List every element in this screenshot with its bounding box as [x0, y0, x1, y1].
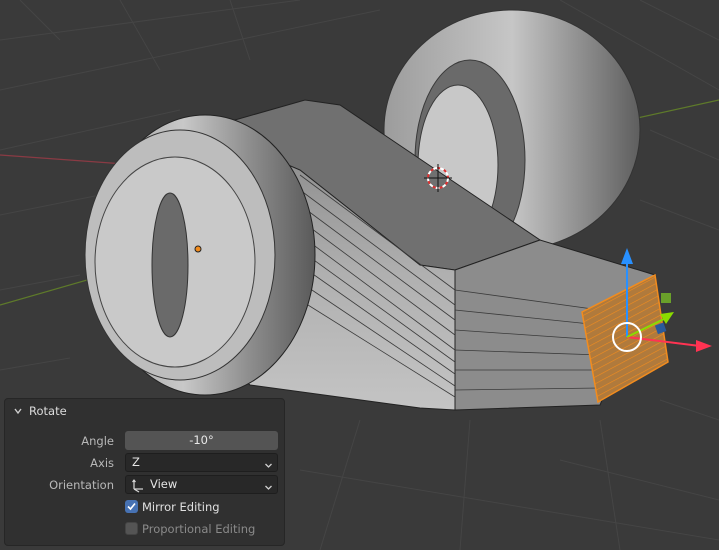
chevron-down-icon: [264, 480, 273, 490]
axis-label: Axis: [90, 456, 114, 470]
axis-row: Axis Z: [5, 453, 284, 473]
angle-label: Angle: [81, 434, 114, 448]
origin-point-icon: [194, 245, 202, 253]
operator-panel-header[interactable]: Rotate: [5, 399, 284, 423]
orientation-value: View: [150, 477, 178, 491]
angle-field[interactable]: -10°: [125, 431, 278, 450]
angle-row: Angle -10°: [5, 431, 284, 451]
chevron-down-icon: [264, 458, 273, 468]
orientation-view-icon: [130, 477, 146, 493]
operator-title: Rotate: [29, 404, 67, 418]
proportional-editing-label: Proportional Editing: [142, 522, 256, 536]
orientation-label: Orientation: [49, 478, 114, 492]
mirror-editing-label: Mirror Editing: [142, 500, 220, 514]
mirror-editing-checkbox[interactable]: [125, 500, 138, 513]
axis-select[interactable]: Z: [125, 453, 278, 472]
chevron-down-icon[interactable]: [13, 406, 23, 416]
checkmark-icon: [127, 502, 136, 511]
mirror-editing-row[interactable]: Mirror Editing: [5, 497, 284, 517]
proportional-editing-checkbox: [125, 522, 138, 535]
orientation-select[interactable]: View: [125, 475, 278, 494]
proportional-editing-row: Proportional Editing: [5, 519, 284, 539]
operator-panel: Rotate Angle -10° Axis Z Orientation Vie…: [4, 398, 285, 546]
orientation-row: Orientation View: [5, 475, 284, 495]
front-ring-mesh: [84, 114, 316, 396]
axis-value: Z: [132, 455, 140, 469]
